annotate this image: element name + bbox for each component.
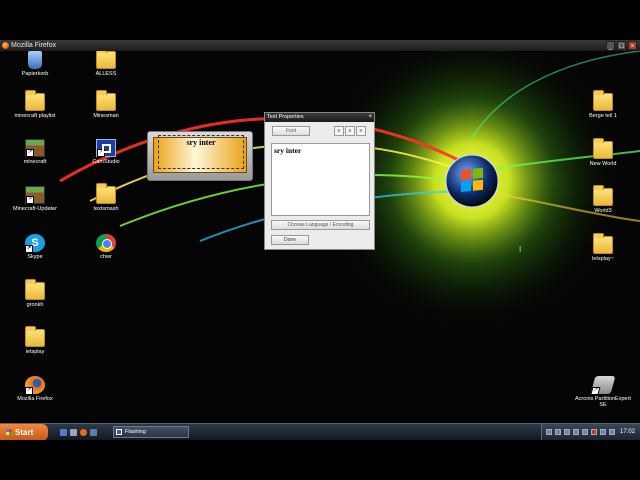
clock[interactable]: 17:02 bbox=[620, 424, 635, 441]
desktop-icon-letsplay[interactable]: letsplay bbox=[5, 326, 65, 355]
shortcut-arrow-icon: ↗ bbox=[26, 149, 34, 157]
window-title: Mozilla Firefox bbox=[11, 42, 57, 49]
folder-icon bbox=[593, 90, 613, 111]
shortcut-arrow-icon: ↗ bbox=[97, 149, 105, 157]
text-cursor-icon: I bbox=[519, 245, 522, 254]
desktop-icon-mozilla-firefox[interactable]: ↗ Mozilla Firefox bbox=[5, 376, 65, 402]
tray-icon[interactable] bbox=[582, 429, 588, 435]
align-center-button[interactable]: ≡ bbox=[345, 126, 355, 136]
start-button[interactable]: Start bbox=[0, 424, 48, 441]
quicklaunch-desktop-icon[interactable] bbox=[70, 429, 77, 436]
folder-icon bbox=[96, 90, 116, 111]
shortcut-arrow-icon: ↗ bbox=[25, 387, 33, 395]
chrome-icon bbox=[96, 234, 116, 252]
desktop-icon-papierkorb[interactable]: Papierkorb bbox=[5, 51, 65, 77]
desktop-icon-world3[interactable]: World3 bbox=[573, 185, 633, 214]
quicklaunch-firefox-icon[interactable] bbox=[80, 429, 87, 436]
folder-icon bbox=[96, 183, 116, 204]
desktop-icon-camstudio[interactable]: ↗ CamStudio bbox=[76, 139, 136, 165]
flashing-app-icon bbox=[116, 429, 122, 435]
desktop-icon-minecraft[interactable]: ↗ minecraft bbox=[5, 139, 65, 165]
tray-icon[interactable] bbox=[564, 429, 570, 435]
window-titlebar[interactable]: Mozilla Firefox _ □ × bbox=[0, 40, 640, 51]
desktop-icon-acronis[interactable]: ↗ Acronis PartitionExpert SE bbox=[573, 376, 633, 408]
done-button[interactable]: Done bbox=[271, 235, 309, 245]
dialog-titlebar[interactable]: Text Properties × bbox=[265, 113, 374, 122]
volume-icon[interactable] bbox=[609, 429, 615, 435]
choose-language-button[interactable]: Choose Language / Encoding bbox=[271, 220, 370, 230]
dialog-close-button[interactable]: × bbox=[368, 113, 372, 122]
taskbar-item-flashing[interactable]: Flashing bbox=[113, 426, 189, 438]
text-widget[interactable]: sry inter bbox=[147, 131, 253, 181]
windows-flag-icon bbox=[6, 429, 12, 435]
desktop-icon-minecraft-updater[interactable]: ↗ Minecraft-Updater bbox=[5, 186, 65, 212]
quicklaunch-ie-icon[interactable] bbox=[60, 429, 67, 436]
camstudio-icon: ↗ bbox=[96, 139, 116, 157]
tray-icon[interactable] bbox=[555, 429, 561, 435]
desktop-icon-minesman[interactable]: Minesman bbox=[76, 90, 136, 119]
align-left-button[interactable]: ≡ bbox=[334, 126, 344, 136]
desktop-icon-textsmash[interactable]: textsmash bbox=[76, 183, 136, 212]
hard-drive-icon: ↗ bbox=[590, 376, 616, 395]
desktop-icon-alless[interactable]: ALLESS bbox=[76, 51, 136, 77]
firefox-icon: ↗ bbox=[25, 376, 45, 395]
text-widget-label: sry inter bbox=[186, 138, 216, 147]
system-tray: 17:02 bbox=[541, 424, 640, 441]
folder-icon bbox=[593, 233, 613, 254]
recycle-bin-icon bbox=[28, 51, 42, 69]
shortcut-arrow-icon: ↗ bbox=[25, 245, 33, 253]
tray-icon[interactable] bbox=[600, 429, 606, 435]
skype-icon: S ↗ bbox=[25, 234, 45, 253]
minimize-button[interactable]: _ bbox=[606, 41, 615, 50]
tray-icon[interactable] bbox=[591, 429, 597, 435]
desktop-icon-berge-teil-1[interactable]: Berge teil 1 bbox=[573, 90, 633, 119]
desktop-icon-minecraft-playlist[interactable]: minecraft playlist bbox=[5, 90, 65, 119]
maximize-button[interactable]: □ bbox=[617, 41, 626, 50]
folder-icon bbox=[593, 185, 613, 206]
minecraft-icon: ↗ bbox=[25, 186, 45, 204]
folder-icon bbox=[25, 279, 45, 300]
shortcut-arrow-icon: ↗ bbox=[590, 387, 601, 395]
folder-icon bbox=[593, 138, 613, 159]
folder-icon bbox=[25, 326, 45, 347]
folder-icon bbox=[25, 90, 45, 111]
taskbar: Start Flashing 17:02 bbox=[0, 423, 640, 441]
align-right-button[interactable]: ≡ bbox=[356, 126, 366, 136]
desktop-icon-gronkh[interactable]: gronkh bbox=[5, 279, 65, 308]
desktop-icon-chwr[interactable]: chwr bbox=[76, 234, 136, 260]
close-button[interactable]: × bbox=[628, 41, 637, 50]
text-input[interactable]: sry inter bbox=[271, 143, 370, 216]
letterbox-bottom bbox=[0, 440, 640, 480]
minecraft-icon: ↗ bbox=[25, 139, 45, 157]
desktop-icon-letsplay-tilde[interactable]: letsplay~ bbox=[573, 233, 633, 262]
tray-icon[interactable] bbox=[573, 429, 579, 435]
desktop-icon-new-world[interactable]: New World bbox=[573, 138, 633, 167]
letterbox-top bbox=[0, 0, 640, 40]
firefox-icon bbox=[2, 42, 9, 49]
folder-icon bbox=[96, 51, 116, 69]
text-properties-dialog[interactable]: Text Properties × Font ≡ ≡ ≡ sry inter C… bbox=[264, 112, 375, 250]
tray-icon[interactable] bbox=[546, 429, 552, 435]
dialog-title: Text Properties bbox=[267, 114, 304, 120]
shortcut-arrow-icon: ↗ bbox=[26, 196, 34, 204]
font-button[interactable]: Font bbox=[272, 126, 310, 136]
quicklaunch-media-icon[interactable] bbox=[90, 429, 97, 436]
desktop-icon-skype[interactable]: S ↗ Skype bbox=[5, 234, 65, 260]
